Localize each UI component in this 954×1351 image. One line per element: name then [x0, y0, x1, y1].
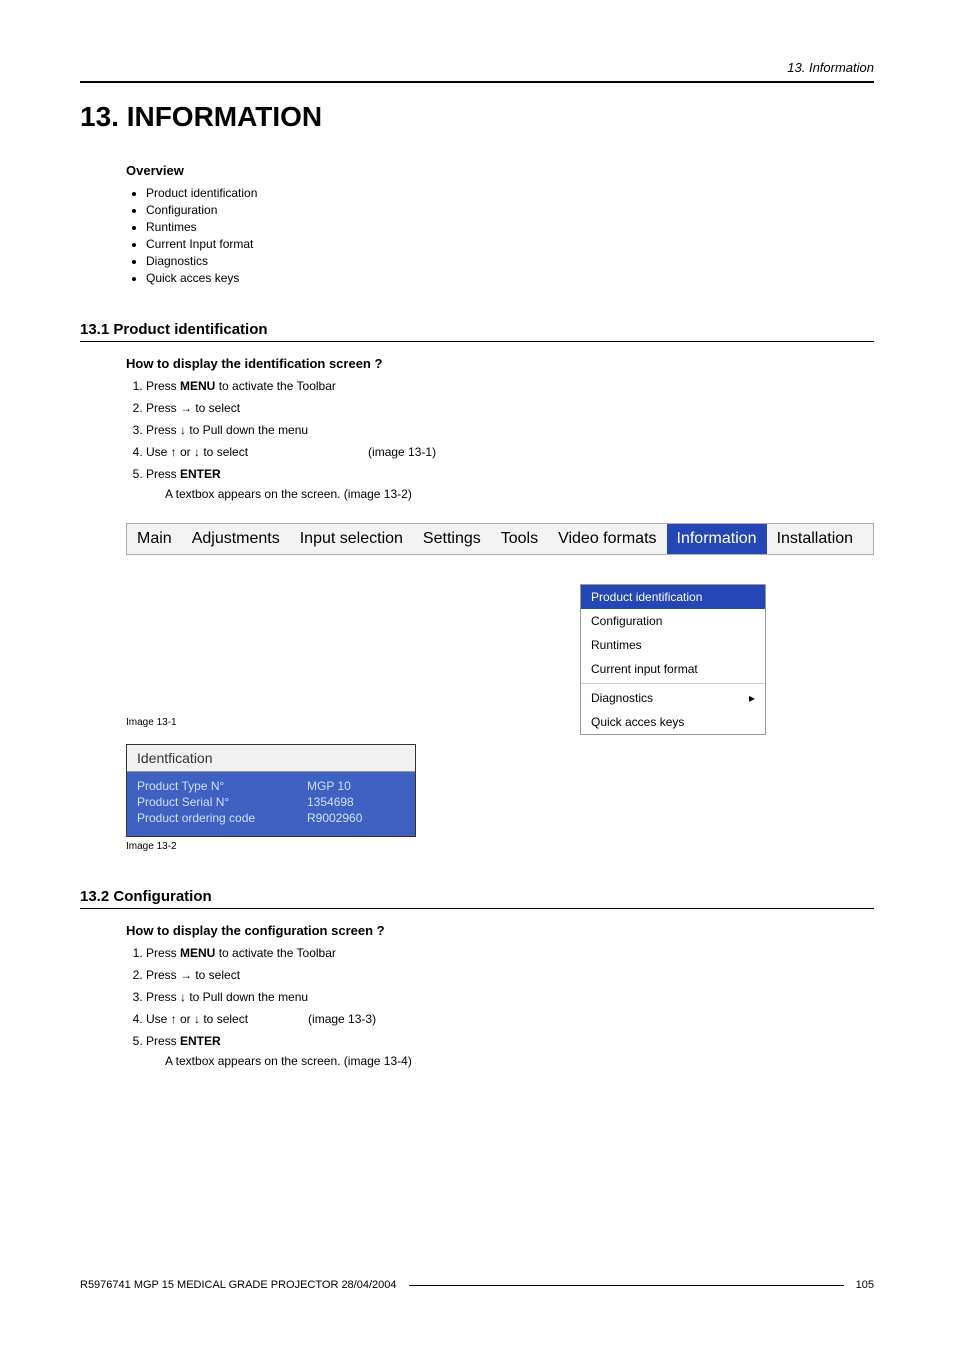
- dropdown-item-diagnostics[interactable]: Diagnostics▸: [581, 686, 765, 710]
- dropdown-item-configuration[interactable]: Configuration: [581, 609, 765, 633]
- identification-dialog: Identfication Product Type N°MGP 10 Prod…: [126, 744, 416, 837]
- menu-item-adjustments[interactable]: Adjustments: [182, 524, 290, 554]
- steps-list: Press MENU to activate the Toolbar Press…: [126, 946, 874, 1068]
- overview-heading: Overview: [126, 163, 874, 178]
- id-value: R9002960: [307, 811, 362, 825]
- menu-item-installation[interactable]: Installation: [767, 524, 864, 554]
- step: Press MENU to activate the Toolbar: [146, 379, 874, 393]
- step: Use ↑ or ↓ to select(image 13-3): [146, 1012, 874, 1026]
- dropdown-information: Product identification Configuration Run…: [580, 584, 766, 735]
- footer-doc-ref: R5976741 MGP 15 MEDICAL GRADE PROJECTOR …: [80, 1279, 397, 1291]
- list-item: Product identification: [146, 186, 874, 200]
- dropdown-item-current-input-format[interactable]: Current input format: [581, 657, 765, 681]
- image-caption-13-2: Image 13-2: [126, 841, 874, 852]
- id-label: Product Serial N°: [137, 795, 307, 809]
- menu-item-settings[interactable]: Settings: [413, 524, 491, 554]
- id-label: Product Type N°: [137, 779, 307, 793]
- overview-list: Product identification Configuration Run…: [126, 186, 874, 285]
- step: Use ↑ or ↓ to select(image 13-1): [146, 445, 874, 459]
- menu-item-video-formats[interactable]: Video formats: [548, 524, 666, 554]
- list-item: Quick acces keys: [146, 271, 874, 285]
- id-row: Product ordering codeR9002960: [127, 810, 415, 826]
- id-label: Product ordering code: [137, 811, 307, 825]
- section-heading-13-1: 13.1 Product identification: [80, 321, 874, 342]
- id-value: MGP 10: [307, 779, 351, 793]
- steps-list: Press MENU to activate the Toolbar Press…: [126, 379, 874, 501]
- menu-item-main[interactable]: Main: [127, 524, 182, 554]
- howto-heading: How to display the identification screen…: [126, 356, 874, 371]
- step: Press ENTER A textbox appears on the scr…: [146, 467, 874, 501]
- footer-page-number: 105: [856, 1279, 874, 1291]
- section-heading-13-2: 13.2 Configuration: [80, 888, 874, 909]
- dropdown-item-runtimes[interactable]: Runtimes: [581, 633, 765, 657]
- footer-rule: [409, 1285, 844, 1286]
- menu-bar: Main Adjustments Input selection Setting…: [126, 523, 874, 555]
- id-row: Product Serial N°1354698: [127, 794, 415, 810]
- dropdown-separator: [581, 683, 765, 684]
- step-note: A textbox appears on the screen. (image …: [165, 1054, 874, 1068]
- dialog-title: Identfication: [127, 745, 415, 772]
- menu-screenshot: Main Adjustments Input selection Setting…: [126, 523, 874, 713]
- howto-heading: How to display the configuration screen …: [126, 923, 874, 938]
- id-value: 1354698: [307, 795, 354, 809]
- dropdown-item-quick-acces-keys[interactable]: Quick acces keys: [581, 710, 765, 734]
- step: Press → to select: [146, 401, 874, 415]
- step: Press ↓ to Pull down the menu: [146, 990, 874, 1004]
- list-item: Configuration: [146, 203, 874, 217]
- step: Press ENTER A textbox appears on the scr…: [146, 1034, 874, 1068]
- chapter-title: 13. INFORMATION: [80, 101, 874, 133]
- step-note: A textbox appears on the screen. (image …: [165, 487, 874, 501]
- header-section-ref: 13. Information: [80, 60, 874, 83]
- id-row: Product Type N°MGP 10: [127, 778, 415, 794]
- step: Press → to select: [146, 968, 874, 982]
- dropdown-item-product-identification[interactable]: Product identification: [581, 585, 765, 609]
- list-item: Diagnostics: [146, 254, 874, 268]
- list-item: Current Input format: [146, 237, 874, 251]
- page-footer: R5976741 MGP 15 MEDICAL GRADE PROJECTOR …: [80, 1279, 874, 1291]
- menu-item-information[interactable]: Information: [667, 524, 767, 554]
- step: Press MENU to activate the Toolbar: [146, 946, 874, 960]
- menu-item-tools[interactable]: Tools: [491, 524, 548, 554]
- menu-item-input-selection[interactable]: Input selection: [290, 524, 413, 554]
- list-item: Runtimes: [146, 220, 874, 234]
- chevron-right-icon: ▸: [749, 691, 755, 705]
- step: Press ↓ to Pull down the menu: [146, 423, 874, 437]
